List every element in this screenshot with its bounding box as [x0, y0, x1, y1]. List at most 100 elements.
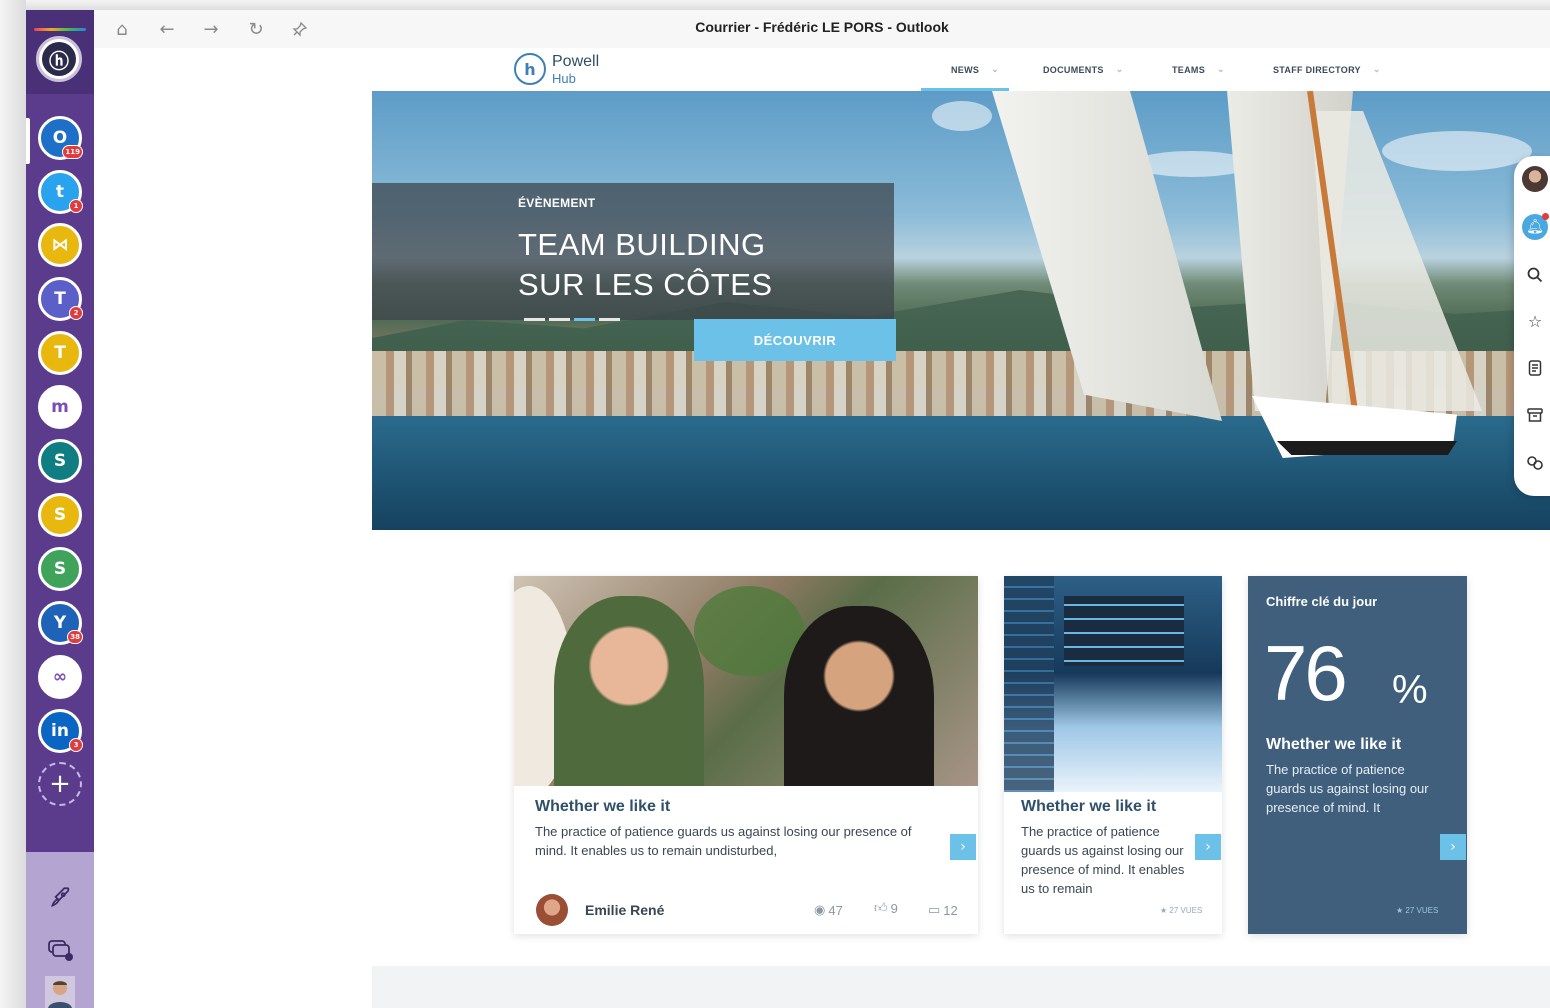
rail-header: ⓗ	[26, 10, 94, 94]
brand-name: Powell	[552, 52, 600, 70]
nav-news[interactable]: NEWS ⌄	[920, 48, 1010, 91]
comments-count[interactable]: ▭ 12	[928, 902, 958, 918]
bell-icon[interactable]: 🔔︎	[1522, 213, 1549, 240]
app-glyph: S	[53, 559, 67, 579]
hero-title: TEAM BUILDING SUR LES CÔTES	[518, 225, 898, 305]
key-figure-value: 76	[1264, 629, 1348, 717]
brand-text: Powell Hub	[552, 53, 599, 86]
carousel-dot-active[interactable]	[574, 318, 595, 321]
profile-avatar[interactable]	[1522, 166, 1548, 192]
app-visual-studio-icon[interactable]: ⋈	[38, 223, 82, 267]
notification-badge: 119	[62, 145, 83, 159]
app-glyph: t	[55, 182, 65, 202]
powell-logo-icon[interactable]: ⓗ	[36, 36, 82, 82]
document-icon[interactable]	[1522, 355, 1548, 381]
hero-carousel-dots	[524, 318, 620, 321]
author-name[interactable]: Emilie René	[585, 902, 664, 918]
carousel-dot[interactable]	[549, 318, 570, 321]
author-avatar[interactable]	[536, 894, 568, 926]
chevron-down-icon: ⌄	[991, 64, 1000, 74]
likes-value: 9	[890, 900, 898, 916]
key-figure-kicker: Chiffre clé du jour	[1266, 594, 1378, 609]
app-glyph: T	[54, 289, 66, 309]
server-rack	[1064, 596, 1184, 666]
news-image-server	[1004, 576, 1222, 792]
hero-banner: ÉVÈNEMENT TEAM BUILDING SUR LES CÔTES DÉ…	[372, 91, 1550, 530]
chat-windows-icon[interactable]	[44, 934, 76, 966]
app-sharepoint-2-icon[interactable]: S	[38, 493, 82, 537]
key-figure-card[interactable]: Chiffre clé du jour 76 % Whether we like…	[1248, 576, 1467, 934]
news-card[interactable]: Whether we like it The practice of patie…	[514, 576, 978, 934]
chevron-right-icon[interactable]: ›	[1440, 834, 1466, 860]
nav-documents[interactable]: DOCUMENTS ⌄	[1043, 48, 1124, 91]
star-icon[interactable]: ☆	[1522, 308, 1548, 334]
rocket-icon[interactable]	[44, 882, 76, 914]
app-glyph: S	[53, 505, 67, 525]
plant	[694, 586, 804, 676]
comments-value: 12	[943, 902, 958, 918]
nav-news-label: NEWS	[951, 64, 980, 75]
nav-teams-label: TEAMS	[1172, 64, 1205, 75]
next-section-band	[372, 966, 1550, 1008]
app-sharepoint-icon[interactable]: S	[38, 439, 82, 483]
window-title: Courrier - Frédéric LE PORS - Outlook	[695, 19, 949, 35]
add-app-button[interactable]: +	[38, 762, 82, 806]
window-top-edge	[26, 0, 1550, 10]
hero-title-line-1: TEAM BUILDING	[518, 227, 766, 262]
notification-badge: 3	[69, 738, 83, 752]
archive-icon[interactable]	[1522, 402, 1548, 428]
rail-footer	[26, 852, 94, 1008]
cloud	[1382, 131, 1532, 171]
app-yammer-icon[interactable]: Y 38	[38, 601, 83, 645]
app-glyph: in	[51, 721, 69, 741]
notification-badge: 1	[69, 199, 83, 213]
active-app-indicator	[26, 118, 30, 164]
key-figure-title[interactable]: Whether we like it	[1266, 736, 1401, 754]
chevron-down-icon: ⌄	[1217, 64, 1225, 74]
app-link-icon[interactable]: ∞	[38, 655, 82, 699]
app-linkedin-icon[interactable]: in 3	[38, 709, 83, 753]
app-glyph: m	[51, 397, 69, 417]
cloud	[932, 101, 992, 131]
app-sharepoint-3-icon[interactable]: S	[38, 547, 82, 591]
boat-hull-stripe	[1277, 441, 1457, 455]
nav-staff-directory-label: STAFF DIRECTORY	[1273, 64, 1361, 75]
nav-staff-directory[interactable]: STAFF DIRECTORY ⌄	[1273, 48, 1381, 91]
hero-kicker: ÉVÈNEMENT	[518, 196, 596, 210]
notification-badge: 38	[67, 630, 83, 644]
views-count: ◉ 47	[814, 902, 843, 918]
news-card-small-text: The practice of patience guards us again…	[1021, 824, 1185, 896]
brand-sub: Hub	[552, 70, 576, 86]
news-card-small-title[interactable]: Whether we like it	[1021, 798, 1156, 816]
app-teams-2-icon[interactable]: T	[38, 331, 82, 375]
app-twitter-icon[interactable]: t1	[38, 170, 83, 214]
user-avatar[interactable]	[44, 976, 76, 1008]
nav-documents-label: DOCUMENTS	[1043, 64, 1104, 75]
news-card-small[interactable]: Whether we like it The practice of patie…	[1004, 576, 1222, 934]
chevron-right-icon[interactable]: ›	[950, 834, 976, 860]
carousel-dot[interactable]	[524, 318, 545, 321]
server-rack	[1004, 576, 1054, 792]
app-glyph: ⋈	[51, 235, 69, 255]
app-glyph: Y	[53, 613, 67, 633]
news-card-title[interactable]: Whether we like it	[535, 798, 670, 816]
app-teams-icon[interactable]: T2	[38, 277, 83, 321]
window-shadow	[0, 0, 26, 1008]
site-header: h Powell Hub NEWS ⌄ DOCUMENTS ⌄ TEAMS ⌄ STA…	[94, 48, 1550, 91]
chevron-right-icon[interactable]: ›	[1195, 834, 1221, 860]
add-app-label: +	[49, 769, 71, 799]
carousel-dot[interactable]	[599, 318, 620, 321]
powell-hub-logo[interactable]: h Powell Hub	[514, 52, 599, 86]
search-icon[interactable]	[1522, 262, 1548, 288]
likes-count[interactable]: 👍︎ 9	[874, 900, 898, 916]
person-figure	[784, 606, 934, 786]
nav-teams[interactable]: TEAMS ⌄	[1172, 48, 1225, 91]
views-label: ★ 27 VUES	[1160, 906, 1203, 915]
link-icon[interactable]	[1522, 450, 1548, 476]
notification-badge: 2	[69, 306, 83, 320]
app-rail: ⓗ O 119 t 1 ⋈ T 2 Tm S S S Y 38 ∞ in 3 +	[26, 10, 94, 1008]
discover-button[interactable]: DÉCOUVRIR	[694, 319, 896, 361]
app-outlook-icon[interactable]: O 119	[38, 116, 83, 160]
key-figure-unit: %	[1392, 668, 1428, 712]
app-powell-mail-icon[interactable]: m	[38, 385, 82, 429]
